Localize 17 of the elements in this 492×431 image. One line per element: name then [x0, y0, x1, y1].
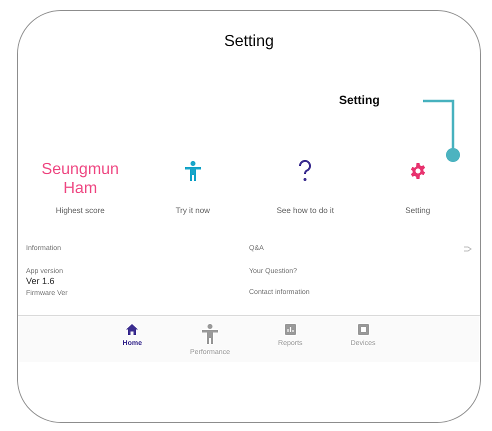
callout-label: Setting	[339, 93, 380, 107]
tile-label[interactable]: Setting	[405, 206, 430, 215]
window-title: Setting	[223, 33, 275, 51]
chart-icon	[284, 324, 296, 335]
gear-icon	[410, 162, 426, 178]
question-mark-icon	[298, 160, 312, 182]
field-value: Ver 1.6	[26, 276, 56, 286]
tile-label[interactable]: Highest score	[56, 206, 105, 215]
tile-label[interactable]: See how to do it	[276, 206, 334, 215]
person-icon	[202, 324, 218, 344]
tile-label[interactable]: Try it now	[176, 206, 210, 215]
person-icon	[184, 160, 201, 180]
home-icon	[126, 324, 138, 335]
leader-line	[423, 99, 463, 164]
device-icon	[358, 324, 369, 335]
chevron-icon[interactable]	[464, 246, 472, 252]
user-name: Seungmun Ham	[40, 161, 120, 198]
